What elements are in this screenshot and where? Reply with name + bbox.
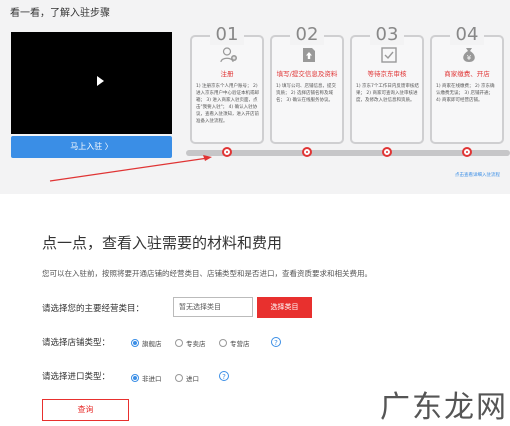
section-title: 点一点，查看入驻需要的材料和费用 [42,234,283,252]
help-icon[interactable]: ? [219,371,229,381]
import-type-label: 请选择进口类型： [42,372,111,382]
radio-unchecked-icon [175,339,183,347]
radio-checked-icon [131,374,139,382]
radio-specialty-store[interactable]: 专营店 [219,338,250,348]
section-description: 您可以在入驻前，按照将要开通店铺的经营类目、店铺类型和是否进口，查看资质要求和相… [42,269,372,278]
store-type-label: 请选择店铺类型： [42,338,111,348]
radio-label: 进口 [186,375,199,383]
radio-unchecked-icon [219,339,227,347]
category-label: 请选择您的主要经营类目： [42,304,145,314]
category-input[interactable]: 暂无选择类目 [173,297,253,317]
radio-import[interactable]: 进口 [175,373,199,383]
radio-label: 非进口 [142,375,162,383]
steps-panel: 看一看，了解入驻步骤 马上入驻 〉 01 注册 1) 注册京东个人用户账号； 2… [0,0,510,194]
radio-unchecked-icon [175,374,183,382]
watermark: 广东龙网 [380,390,508,425]
query-button[interactable]: 查询 [42,399,129,421]
radio-label: 旗舰店 [142,340,162,348]
process-detail-link[interactable]: 点击查看详细入驻流程 [455,172,500,178]
radio-flagship-store[interactable]: 旗舰店 [131,338,162,348]
radio-checked-icon [131,339,139,347]
radio-exclusive-store[interactable]: 专卖店 [175,338,206,348]
select-category-button[interactable]: 选择类目 [257,297,312,318]
radio-non-import[interactable]: 非进口 [131,373,162,383]
help-icon[interactable]: ? [271,337,281,347]
radio-label: 专营店 [230,340,250,348]
annotation-arrow [49,155,212,182]
radio-label: 专卖店 [186,340,206,348]
